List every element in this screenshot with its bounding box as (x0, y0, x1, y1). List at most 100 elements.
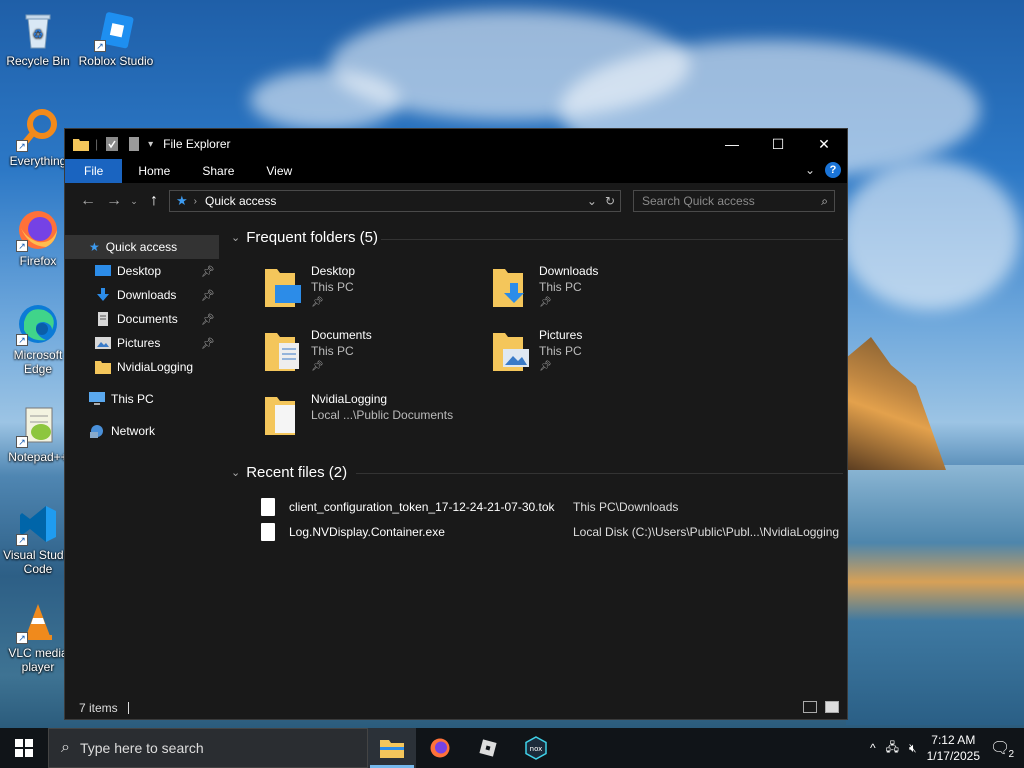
action-center-button[interactable]: 🗨︎ 2 (990, 738, 1016, 760)
sidebar-item-label: Downloads (117, 288, 177, 302)
sidebar-item-network[interactable]: Network (65, 419, 221, 443)
forward-button[interactable]: → (101, 188, 127, 214)
folder-location: Local ...\Public Documents (311, 408, 454, 422)
large-icons-view-icon[interactable] (825, 701, 839, 713)
sidebar-item-label: Documents (117, 312, 178, 326)
sidebar-item-nvidialogging[interactable]: NvidiaLogging (65, 355, 221, 379)
downloads-folder-icon (493, 269, 524, 307)
search-input[interactable]: Search Quick access ⌕ (633, 190, 835, 212)
shortcut-arrow-icon: ↗ (16, 140, 28, 152)
sidebar-item-pictures[interactable]: Pictures 📌︎ (65, 331, 221, 355)
vlc-cone-icon: ↗ (16, 600, 60, 644)
frequent-folders-header[interactable]: ⌄ Frequent folders (5) (231, 229, 378, 246)
pictures-folder-icon (493, 333, 529, 371)
customize-toolbar-chevron-icon[interactable]: ▾ (148, 139, 153, 150)
separator (127, 702, 129, 714)
firefox-icon: ↗ (16, 208, 60, 252)
expand-ribbon-chevron-icon[interactable]: ⌄ (805, 163, 815, 177)
help-icon[interactable]: ? (825, 162, 841, 178)
folder-name: Desktop (311, 264, 356, 278)
show-hidden-icons-chevron-icon[interactable]: ^ (870, 741, 876, 755)
folder-name: NvidiaLogging (311, 392, 388, 406)
close-button[interactable]: ✕ (801, 129, 847, 159)
svg-text:nox: nox (530, 745, 543, 753)
taskbar-roblox[interactable] (464, 728, 512, 768)
start-button[interactable] (0, 728, 48, 768)
notification-count: 2 (1006, 749, 1016, 760)
ribbon-tabs: File Home Share View ⌄ ? (65, 159, 847, 183)
search-placeholder: Search Quick access (642, 194, 755, 208)
details-view-icon[interactable] (803, 701, 817, 713)
recent-file-row[interactable]: client_configuration_token_17-12-24-21-0… (261, 495, 841, 519)
desktop-icon-recycle-bin[interactable]: ♻ Recycle Bin (0, 8, 76, 68)
search-icon: ⌕ (61, 739, 70, 756)
desktop-icon-label: Everything (9, 154, 67, 168)
separator: | (95, 137, 99, 151)
frequent-folder-desktop[interactable]: Desktop This PC 📌︎ (265, 263, 485, 323)
view-switcher (803, 701, 839, 713)
taskbar-file-explorer[interactable] (368, 728, 416, 768)
folder-name: Downloads (539, 264, 599, 278)
sidebar-item-documents[interactable]: Documents 📌︎ (65, 307, 221, 331)
vscode-icon: ↗ (16, 502, 60, 546)
divider (381, 239, 843, 240)
sidebar-item-desktop[interactable]: Desktop 📌︎ (65, 259, 221, 283)
documents-icon (98, 312, 108, 326)
clock[interactable]: 7:12 AM 1/17/2025 (927, 732, 980, 764)
taskbar-nox[interactable]: nox (512, 728, 560, 768)
recent-locations-chevron-icon[interactable]: ⌄ (127, 188, 141, 214)
volume-muted-icon[interactable]: 🔇︎ (909, 741, 917, 756)
navigation-bar: ← → ⌄ ↑ ★ › Quick access ⌄ ↻ Search Quic… (65, 183, 847, 219)
taskbar-firefox[interactable] (416, 728, 464, 768)
tab-home[interactable]: Home (122, 159, 186, 183)
desktop-icon-roblox-studio[interactable]: ↗ Roblox Studio (78, 8, 154, 68)
sidebar-item-label: Pictures (117, 336, 161, 350)
system-tray: ^ 🖧︎ 🔇︎ 7:12 AM 1/17/2025 🗨︎ 2 (870, 732, 1024, 764)
recent-file-row[interactable]: Log.NVDisplay.Container.exe Local Disk (… (261, 520, 841, 544)
collapse-chevron-icon: ⌄ (231, 232, 241, 244)
notepad-plus-plus-icon: ↗ (16, 404, 60, 448)
properties-icon[interactable] (104, 137, 120, 151)
wallpaper-rock (846, 337, 946, 470)
folder-icon (73, 139, 89, 151)
frequent-folder-nvidialogging[interactable]: NvidiaLogging Local ...\Public Documents (265, 391, 525, 451)
frequent-folder-downloads[interactable]: Downloads This PC 📌︎ (493, 263, 713, 323)
folder-location: This PC (539, 280, 582, 294)
tab-share[interactable]: Share (186, 159, 250, 183)
refresh-icon[interactable]: ↻ (605, 194, 615, 208)
taskbar-search-input[interactable]: ⌕ Type here to search (48, 728, 368, 768)
minimize-button[interactable]: — (709, 129, 755, 159)
clock-time: 7:12 AM (931, 733, 976, 747)
back-button[interactable]: ← (75, 188, 101, 214)
frequent-folder-pictures[interactable]: Pictures This PC 📌︎ (493, 327, 713, 387)
tab-file[interactable]: File (65, 159, 123, 183)
recent-files-header[interactable]: ⌄ Recent files (2) (231, 464, 347, 481)
file-name: client_configuration_token_17-12-24-21-0… (289, 500, 555, 514)
shortcut-arrow-icon: ↗ (16, 632, 28, 644)
sidebar-item-label: Desktop (117, 264, 162, 278)
title-bar: | ▾ File Explorer — ☐ ✕ (65, 129, 847, 159)
maximize-button[interactable]: ☐ (755, 129, 801, 159)
up-button[interactable]: ↑ (141, 188, 167, 214)
desktop-icon-label: VLC media player (8, 646, 68, 674)
address-dropdown-chevron-icon[interactable]: ⌄ (587, 194, 597, 208)
sidebar-item-label: NvidiaLogging (117, 360, 194, 374)
pin-icon: 📌︎ (311, 361, 324, 372)
group-heading: Recent files (2) (246, 464, 348, 481)
explorer-body: ★ Quick access Desktop 📌︎ Downloads 📌︎ D… (65, 219, 847, 697)
network-status-icon[interactable]: 🖧︎ (886, 738, 899, 759)
tab-view[interactable]: View (250, 159, 308, 183)
desktop-icon-label: Firefox (19, 254, 57, 268)
new-folder-icon[interactable] (126, 137, 142, 151)
frequent-folder-documents[interactable]: Documents This PC 📌︎ (265, 327, 485, 387)
folder-location: This PC (311, 280, 354, 294)
desktop-icon-label: Microsoft Edge (13, 348, 63, 376)
sidebar-item-quick-access[interactable]: ★ Quick access (65, 235, 219, 259)
sidebar-item-this-pc[interactable]: This PC (65, 387, 221, 411)
sidebar-item-downloads[interactable]: Downloads 📌︎ (65, 283, 221, 307)
breadcrumb-chevron-icon[interactable]: › (194, 196, 197, 207)
address-bar[interactable]: ★ › Quick access ⌄ ↻ (169, 190, 621, 212)
group-heading: Frequent folders (5) (246, 229, 378, 246)
folder-icon (265, 397, 295, 435)
pin-icon: 📌︎ (201, 289, 215, 302)
